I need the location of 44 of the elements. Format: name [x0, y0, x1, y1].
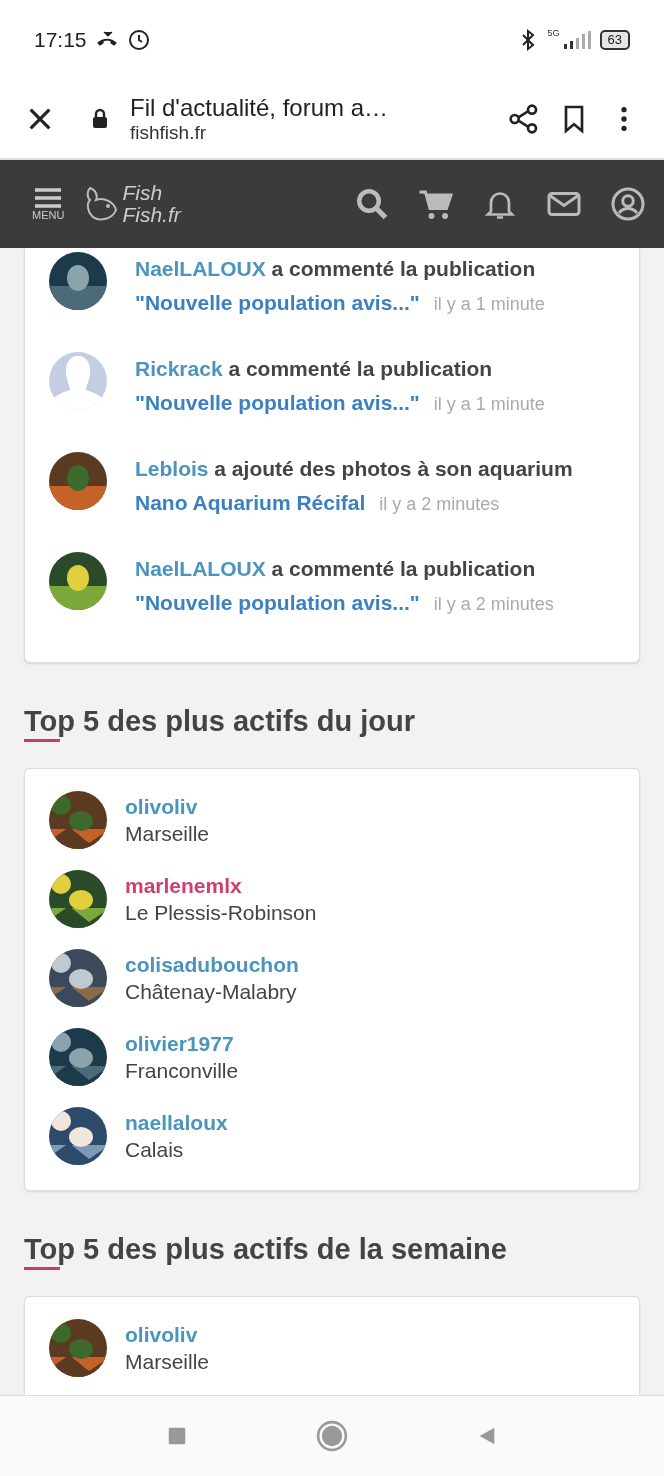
activity-text: Rickrack a commenté la publication — [135, 356, 494, 382]
menu-icon — [33, 187, 64, 209]
post-link[interactable]: "Nouvelle population avis..." — [135, 286, 420, 320]
user-city: Châtenay-Malabry — [125, 979, 298, 1005]
logo-text: Fish.fr — [122, 204, 181, 226]
post-link[interactable]: "Nouvelle population avis..." — [135, 386, 420, 420]
username-link[interactable]: naellaloux — [125, 1109, 228, 1136]
signal-icon — [561, 30, 592, 50]
activity-text: NaelLALOUX a commenté la publication — [135, 256, 537, 282]
share-icon[interactable] — [508, 103, 540, 135]
username-link[interactable]: olivoliv — [125, 1321, 210, 1348]
post-link[interactable]: "Nouvelle population avis..." — [135, 586, 420, 620]
timestamp: il y a 2 minutes — [379, 493, 500, 516]
user-city: Franconville — [125, 1058, 239, 1084]
timestamp: il y a 2 minutes — [433, 593, 554, 616]
user-link[interactable]: Leblois — [135, 457, 209, 480]
menu-button[interactable]: MENU — [32, 187, 65, 221]
timestamp: il y a 1 minute — [433, 293, 545, 316]
user-link[interactable]: Rickrack — [135, 357, 223, 380]
user-city: Calais — [125, 1137, 185, 1163]
activity-text: NaelLALOUX a commenté la publication — [135, 556, 537, 582]
username-link[interactable]: olivoliv — [125, 793, 210, 820]
battery-icon: 63 — [599, 30, 630, 50]
page-url: fishfish.fr — [130, 122, 208, 144]
network-type: 5G — [547, 28, 560, 38]
activity-text: Leblois a ajouté des photos à son aquarium — [135, 456, 573, 482]
timestamp: il y a 1 minute — [433, 393, 545, 416]
post-link[interactable]: Nano Aquarium Récifal — [135, 486, 366, 520]
username-link[interactable]: colisadubouchon — [125, 951, 299, 978]
username-link[interactable]: olivier1977 — [125, 1030, 239, 1057]
home-icon[interactable] — [316, 1420, 348, 1452]
user-city: Marseille — [125, 821, 210, 847]
logo-text: Fish — [122, 182, 164, 204]
user-link[interactable]: NaelLALOUX — [135, 557, 266, 580]
user-link[interactable]: NaelLALOUX — [135, 257, 266, 280]
username-link[interactable]: marlenemlx — [125, 872, 317, 899]
search-icon[interactable] — [354, 186, 390, 222]
clock: 17:15 — [34, 28, 87, 52]
user-city: Le Plessis-Robinson — [125, 900, 317, 926]
user-city: Marseille — [125, 1349, 210, 1375]
recents-icon[interactable] — [166, 1425, 188, 1447]
alarm-clock-icon — [126, 28, 151, 52]
account-icon[interactable] — [610, 186, 646, 222]
page-title: Fil d'actualité, forum a… — [130, 94, 389, 122]
